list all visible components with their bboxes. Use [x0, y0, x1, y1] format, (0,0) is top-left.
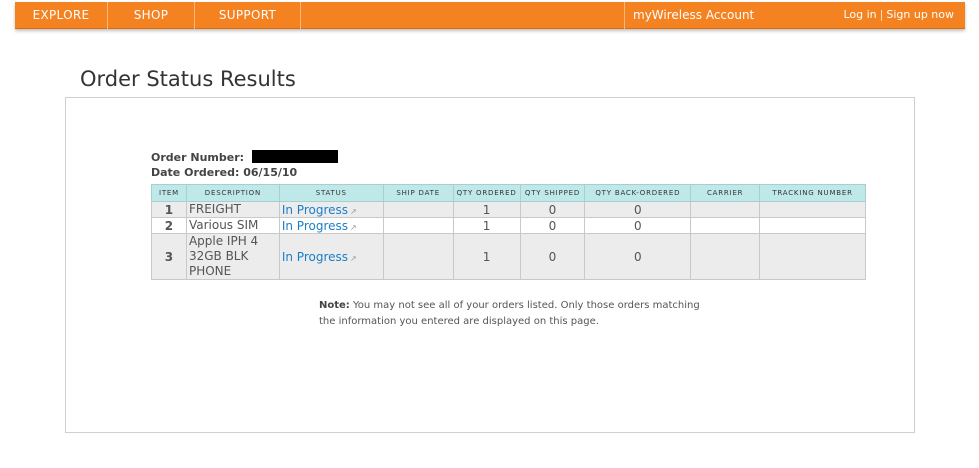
top-nav-bar: EXPLORE SHOP SUPPORT myWireless Account … [15, 2, 965, 29]
cell-tracking-number [759, 201, 866, 218]
cell-status: In Progress ↗ [278, 201, 384, 218]
order-date-label: Date Ordered: [151, 166, 240, 179]
note-text: You may not see all of your orders liste… [319, 300, 700, 327]
nav-mywireless-account[interactable]: myWireless Account [633, 2, 754, 29]
signup-link[interactable]: Sign up now [886, 8, 954, 21]
cell-status: In Progress ↗ [278, 233, 384, 280]
cell-description: FREIGHT [185, 201, 280, 218]
order-date-value: 06/15/10 [243, 166, 298, 179]
cell-item: 3 [151, 233, 187, 280]
cell-qty-backordered: 0 [584, 233, 692, 280]
status-link[interactable]: In Progress [282, 203, 348, 217]
cell-qty-ordered: 1 [452, 233, 521, 280]
table-row: 3 Apple IPH 4 32GB BLK PHONE In Progress… [151, 233, 866, 280]
order-number-line: Order Number: [151, 150, 339, 165]
col-header-status: STATUS [278, 184, 384, 202]
cell-carrier [690, 217, 761, 234]
table-row: 1 FREIGHT In Progress ↗ 1 0 0 [151, 201, 866, 218]
orders-note: Note: You may not see all of your orders… [319, 298, 709, 330]
nav-explore[interactable]: EXPLORE [15, 2, 107, 29]
col-header-qty-shipped: QTY SHIPPED [519, 184, 586, 202]
col-header-qty-ordered: QTY ORDERED [452, 184, 521, 202]
status-link[interactable]: In Progress [282, 219, 348, 233]
cell-item: 1 [151, 201, 187, 218]
table-header-row: ITEM DESCRIPTION STATUS SHIP DATE QTY OR… [151, 184, 866, 202]
order-meta: Order Number: Date Ordered: 06/15/10 [151, 150, 339, 180]
nav-support[interactable]: SUPPORT [195, 2, 300, 29]
cell-item: 2 [151, 217, 187, 234]
cell-status: In Progress ↗ [278, 217, 384, 234]
cell-qty-ordered: 1 [452, 217, 521, 234]
nav-auth-links: Log in | Sign up now [843, 2, 954, 29]
cell-ship-date [382, 233, 454, 280]
order-date-line: Date Ordered: 06/15/10 [151, 165, 338, 180]
note-label: Note: [319, 300, 350, 311]
table-row: 2 Various SIM In Progress ↗ 1 0 0 [151, 217, 866, 234]
order-number-label: Order Number: [151, 151, 245, 164]
auth-separator: | [879, 8, 884, 21]
cell-qty-shipped: 0 [519, 233, 586, 280]
nav-shop[interactable]: SHOP [108, 2, 194, 29]
cell-qty-shipped: 0 [519, 201, 586, 218]
cell-qty-shipped: 0 [519, 217, 586, 234]
col-header-description: DESCRIPTION [185, 184, 280, 202]
cell-description: Apple IPH 4 32GB BLK PHONE [185, 233, 280, 280]
cell-carrier [690, 201, 761, 218]
col-header-ship-date: SHIP DATE [382, 184, 454, 202]
cell-tracking-number [759, 233, 866, 280]
order-items-table: ITEM DESCRIPTION STATUS SHIP DATE QTY OR… [151, 184, 866, 280]
page-title: Order Status Results [80, 67, 296, 91]
nav-divider [624, 2, 625, 29]
cell-qty-backordered: 0 [584, 201, 692, 218]
cell-qty-ordered: 1 [452, 201, 521, 218]
col-header-item: ITEM [151, 184, 187, 202]
login-link[interactable]: Log in [843, 8, 876, 21]
external-link-icon: ↗ [350, 253, 357, 263]
cell-tracking-number [759, 217, 866, 234]
cell-qty-backordered: 0 [584, 217, 692, 234]
external-link-icon: ↗ [350, 206, 357, 216]
status-link[interactable]: In Progress [282, 250, 348, 264]
cell-description: Various SIM [185, 217, 280, 234]
cell-ship-date [382, 217, 454, 234]
cell-ship-date [382, 201, 454, 218]
col-header-qty-backordered: QTY BACK-ORDERED [584, 184, 692, 202]
nav-divider [300, 2, 301, 29]
col-header-tracking-number: TRACKING NUMBER [759, 184, 866, 202]
cell-carrier [690, 233, 761, 280]
external-link-icon: ↗ [350, 222, 357, 232]
col-header-carrier: CARRIER [690, 184, 761, 202]
order-number-redacted [252, 150, 339, 163]
